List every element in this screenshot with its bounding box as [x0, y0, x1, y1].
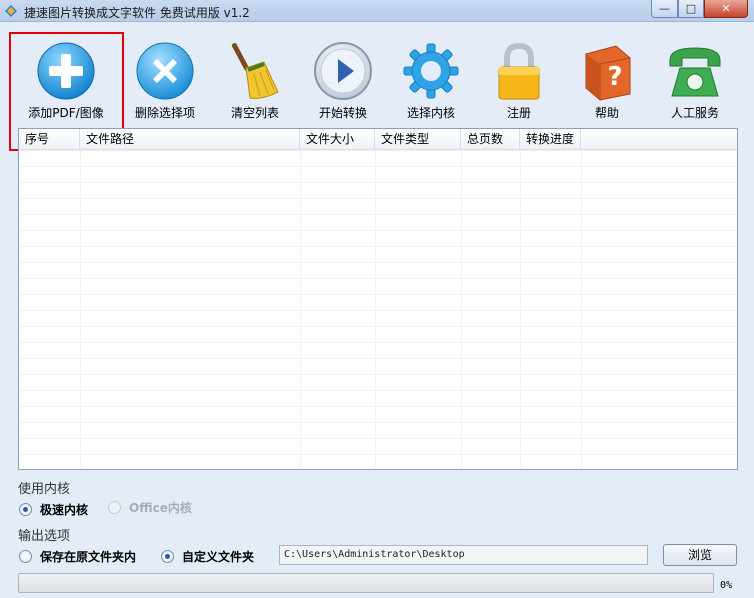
register-button[interactable]: 注册: [475, 34, 563, 126]
custom-folder-label: 自定义文件夹: [182, 550, 255, 564]
clear-list-button[interactable]: 清空列表: [211, 34, 299, 126]
register-label: 注册: [506, 106, 531, 120]
select-engine-button[interactable]: 选择内核: [387, 34, 475, 126]
gear-icon: [403, 43, 459, 99]
start-convert-button[interactable]: 开始转换: [299, 34, 387, 126]
radio-selected-icon: [19, 503, 32, 516]
engine-office-radio: Office内核: [108, 499, 192, 516]
help-button[interactable]: ? 帮助: [563, 34, 651, 126]
column-header-progress[interactable]: 转换进度: [520, 129, 581, 150]
engine-fast-radio[interactable]: 极速内核: [19, 501, 88, 518]
column-divider: [375, 150, 376, 469]
svg-text:?: ?: [607, 62, 622, 92]
add-pdf-image-label: 添加PDF/图像: [28, 106, 104, 120]
output-section-label: 输出选项: [18, 529, 71, 544]
close-button[interactable]: ✕: [704, 0, 748, 18]
plus-circle-icon: [37, 42, 95, 100]
column-header-type[interactable]: 文件类型: [375, 129, 461, 150]
minimize-button[interactable]: —: [651, 0, 678, 18]
lock-icon: [498, 42, 540, 100]
custom-folder-radio[interactable]: 自定义文件夹: [161, 548, 254, 565]
table-header: 序号 文件路径 文件大小 文件类型 总页数 转换进度: [19, 129, 737, 150]
delete-selected-label: 删除选择项: [134, 106, 195, 120]
table-body: [19, 150, 737, 469]
output-path-field[interactable]: C:\Users\Administrator\Desktop: [279, 545, 648, 565]
window-controls: — □ ✕: [651, 0, 748, 18]
toolbar: 添加PDF/图像 删除选择项 清空列表 开始转换 选择内核 注册 ? 帮助 人工…: [0, 22, 754, 151]
clear-list-label: 清空列表: [230, 106, 279, 120]
radio-unselected-icon: [19, 550, 32, 563]
column-divider: [80, 150, 81, 469]
play-circle-icon: [314, 42, 372, 100]
add-pdf-image-button[interactable]: 添加PDF/图像: [22, 34, 110, 126]
app-logo-icon: [5, 5, 17, 17]
column-divider: [300, 150, 301, 469]
save-in-original-folder-radio[interactable]: 保存在原文件夹内: [19, 548, 136, 565]
close-icon: ✕: [721, 2, 731, 15]
engine-office-label: Office内核: [129, 501, 192, 515]
radio-disabled-icon: [108, 501, 121, 514]
column-divider: [461, 150, 462, 469]
save-in-original-folder-label: 保存在原文件夹内: [40, 550, 137, 564]
start-convert-label: 开始转换: [318, 106, 367, 120]
browse-button[interactable]: 浏览: [663, 544, 737, 566]
minimize-icon: —: [659, 2, 670, 15]
column-header-size[interactable]: 文件大小: [300, 129, 375, 150]
customer-service-button[interactable]: 人工服务: [651, 34, 739, 126]
telephone-icon: [669, 47, 721, 97]
main-window: 添加PDF/图像 删除选择项 清空列表 开始转换 选择内核 注册 ? 帮助 人工…: [0, 22, 754, 598]
title-bar: 捷速图片转换成文字软件 免费试用版 v1.2 — □ ✕: [0, 0, 754, 22]
progress-percent: 0%: [720, 580, 733, 591]
customer-service-label: 人工服务: [670, 106, 719, 120]
select-engine-label: 选择内核: [406, 106, 455, 120]
delete-selected-button[interactable]: 删除选择项: [121, 34, 209, 126]
engine-section-label: 使用内核: [18, 482, 71, 497]
window-title: 捷速图片转换成文字软件 免费试用版 v1.2: [24, 6, 250, 20]
radio-selected-icon: [161, 550, 174, 563]
column-divider: [581, 150, 582, 469]
help-label: 帮助: [594, 106, 619, 120]
maximize-icon: □: [685, 2, 697, 15]
column-header-pages[interactable]: 总页数: [461, 129, 520, 150]
x-circle-icon: [136, 42, 194, 100]
maximize-button[interactable]: □: [678, 0, 704, 18]
progress-bar: [18, 573, 714, 593]
column-divider: [520, 150, 521, 469]
file-table[interactable]: 序号 文件路径 文件大小 文件类型 总页数 转换进度: [18, 128, 738, 470]
help-book-icon: ?: [585, 45, 631, 101]
column-header-index[interactable]: 序号: [19, 129, 80, 150]
engine-fast-label: 极速内核: [40, 503, 89, 517]
column-header-path[interactable]: 文件路径: [80, 129, 300, 150]
broom-icon: [231, 43, 279, 99]
